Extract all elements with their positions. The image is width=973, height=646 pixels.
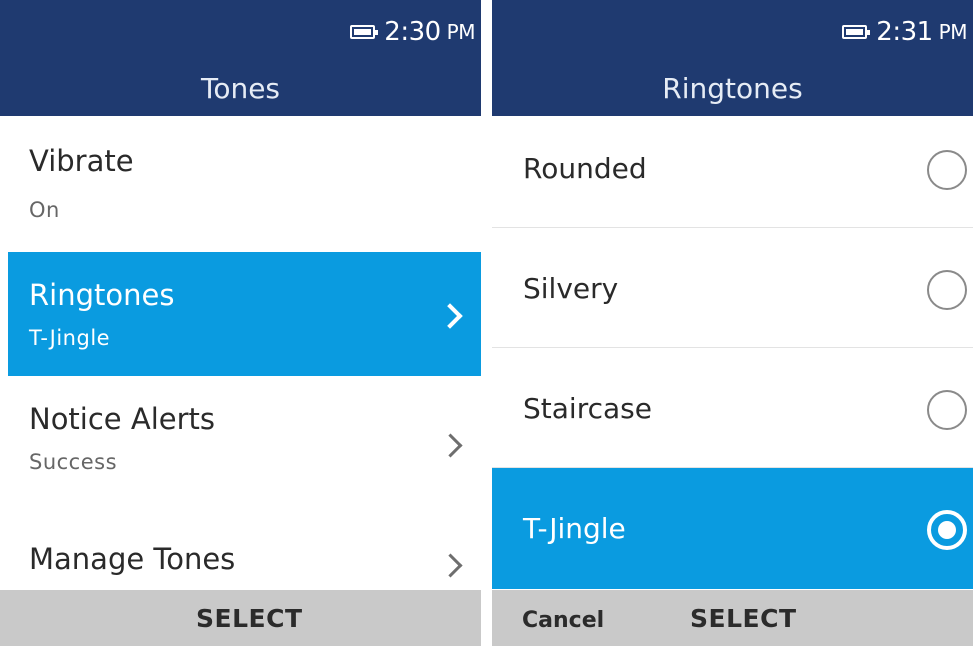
status-ampm: PM [938,20,968,44]
select-softkey[interactable]: SELECT [196,604,303,633]
cancel-softkey[interactable]: Cancel [522,608,604,633]
menu-item-label: Manage Tones [29,542,236,576]
page-title: Ringtones [662,72,803,105]
select-softkey[interactable]: SELECT [690,604,797,633]
header-bar: 2:31 PM Ringtones [492,0,973,116]
battery-icon [350,25,379,39]
ringtone-label: T-Jingle [523,512,626,545]
chevron-right-icon [437,303,463,329]
ringtone-option-t-jingle[interactable]: T-Jingle [492,468,973,589]
ringtone-label: Rounded [523,152,647,185]
ringtone-option-staircase[interactable]: Staircase [492,348,973,468]
status-bar: 2:30 PM [350,17,476,47]
ringtones-screen: 2:31 PM Ringtones Rounded Silvery Stairc… [492,0,973,646]
radio-button-icon[interactable] [927,270,967,310]
status-time: 2:31 [876,17,933,47]
radio-button-icon[interactable] [927,150,967,190]
menu-item-value: T-Jingle [29,326,111,350]
softkey-bar: Cancel SELECT [492,590,973,646]
radio-button-selected-icon[interactable] [927,510,967,550]
ringtone-option-silvery[interactable]: Silvery [492,228,973,348]
chevron-right-icon [438,433,463,458]
status-ampm: PM [446,20,476,44]
ringtone-label: Staircase [523,392,652,425]
menu-item-notice-alerts[interactable]: Notice Alerts Success [8,376,481,500]
menu-item-label: Notice Alerts [29,402,216,436]
header-bar: 2:30 PM Tones [0,0,481,116]
menu-item-ringtones[interactable]: Ringtones T-Jingle [8,252,481,376]
ringtone-label: Silvery [523,272,619,305]
status-bar: 2:31 PM [842,17,968,47]
battery-icon [842,25,871,39]
chevron-right-icon [438,553,463,578]
tones-screen: 2:30 PM Tones Vibrate On Ringtones T-Jin… [0,0,481,646]
menu-item-vibrate[interactable]: Vibrate On [8,116,481,252]
status-time: 2:30 [384,17,441,47]
softkey-bar: SELECT [0,590,481,646]
menu-item-value: On [29,198,60,222]
menu-item-label: Ringtones [29,278,175,312]
ringtone-option-rounded[interactable]: Rounded [492,108,973,228]
menu-item-value: Success [29,450,118,474]
radio-button-icon[interactable] [927,390,967,430]
menu-item-label: Vibrate [29,144,134,178]
page-title: Tones [200,72,281,105]
menu-item-manage-tones[interactable]: Manage Tones [8,500,481,590]
